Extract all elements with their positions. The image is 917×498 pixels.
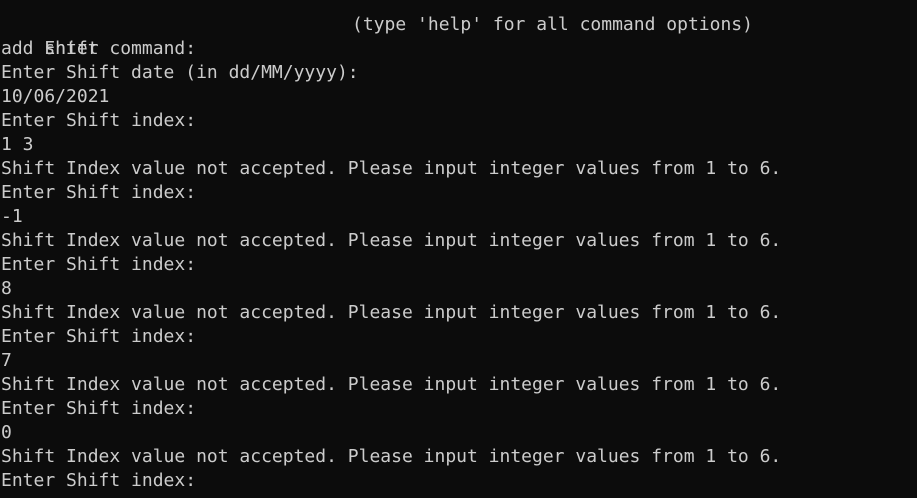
terminal-line: 7 xyxy=(1,350,12,371)
terminal-line: Enter Shift index: xyxy=(1,254,197,275)
terminal-line: Shift Index value not accepted. Please i… xyxy=(1,302,782,323)
terminal-line: Enter Shift index: xyxy=(1,182,197,203)
terminal-line: Enter Shift index: xyxy=(1,398,197,419)
terminal-line: Enter Shift date (in dd/MM/yyyy): xyxy=(1,62,359,83)
terminal-line: Shift Index value not accepted. Please i… xyxy=(1,230,782,251)
terminal-line-command-prompt: Enter command: (type 'help' for all comm… xyxy=(0,13,917,59)
terminal-line: Enter Shift index: xyxy=(1,326,197,347)
terminal-line: Shift Index value not accepted. Please i… xyxy=(1,374,782,395)
command-prompt-text: Enter command: xyxy=(44,38,197,59)
terminal-line: 8 xyxy=(1,278,12,299)
terminal-line: 10/06/2021 xyxy=(1,86,110,107)
terminal-line: Shift Index value not accepted. Please i… xyxy=(1,446,782,467)
terminal-window[interactable]: Enter command: (type 'help' for all comm… xyxy=(0,0,917,498)
terminal-line: Enter Shift index: xyxy=(1,110,197,131)
command-help-hint: (type 'help' for all command options) xyxy=(352,14,753,35)
terminal-line: Shift Index value not accepted. Please i… xyxy=(1,158,782,179)
terminal-line: 1 3 xyxy=(1,134,34,155)
terminal-line-current-prompt: Enter Shift index: xyxy=(1,470,197,491)
terminal-line: -1 xyxy=(1,206,23,227)
terminal-line: 0 xyxy=(1,422,12,443)
